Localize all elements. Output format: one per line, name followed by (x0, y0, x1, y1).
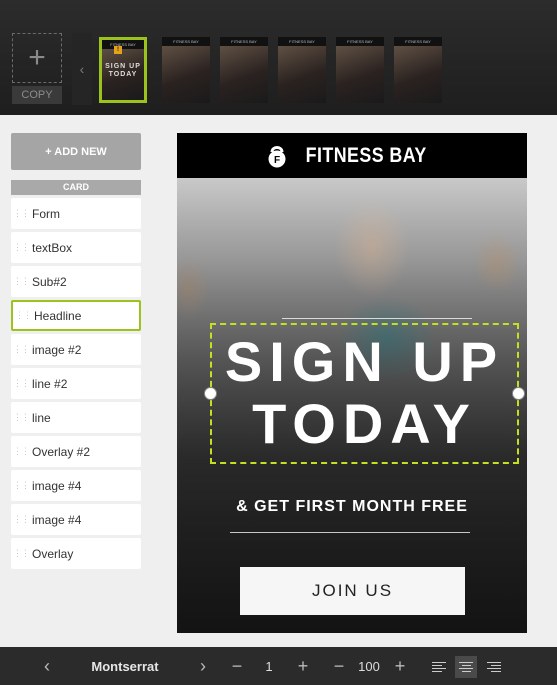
add-new-button[interactable]: + ADD NEW (11, 133, 141, 170)
drag-handle-icon[interactable]: ⋮⋮ (11, 470, 31, 501)
resize-handle-left[interactable] (204, 387, 217, 400)
drag-handle-icon[interactable]: ⋮⋮ (11, 538, 31, 569)
plus-icon: + (297, 655, 309, 676)
layer-item[interactable]: ⋮⋮ image #4 (11, 504, 141, 535)
layer-item[interactable]: ⋮⋮ Form (11, 198, 141, 229)
drag-handle-icon[interactable]: ⋮⋮ (11, 436, 31, 467)
layer-item[interactable]: ⋮⋮ image #4 (11, 470, 141, 501)
design-canvas[interactable]: F FITNESS BAY SIGN UP TODAY & GET FIRST … (177, 133, 527, 633)
next-font-button[interactable]: › (192, 647, 214, 685)
font-family-select[interactable]: Montserrat (72, 647, 178, 685)
align-center-icon[interactable] (455, 656, 477, 678)
minus-icon: − (333, 655, 345, 676)
layer-item-selected[interactable]: ⋮⋮ Headline (11, 300, 141, 331)
prev-font-button[interactable]: ‹ (36, 647, 58, 685)
layer-item[interactable]: ⋮⋮ line #2 (11, 368, 141, 399)
join-us-button[interactable]: JOIN US (240, 567, 465, 615)
line-decrease-button[interactable]: − (226, 647, 248, 685)
card-section-header: CARD (11, 180, 141, 195)
slide-thumbnail-6[interactable]: FITNESS BAY (394, 37, 442, 103)
plus-icon: + (394, 655, 406, 676)
slide-thumbnail-2[interactable]: FITNESS BAY (162, 37, 210, 103)
layer-item[interactable]: ⋮⋮ Overlay (11, 538, 141, 569)
chevron-right-icon: › (200, 655, 206, 676)
size-increase-button[interactable]: + (389, 647, 411, 685)
drag-handle-icon[interactable]: ⋮⋮ (11, 504, 31, 535)
add-slide-button[interactable]: + (12, 33, 62, 83)
drag-handle-icon[interactable]: ⋮⋮ (11, 334, 31, 365)
slide-thumbnail-4[interactable]: FITNESS BAY (278, 37, 326, 103)
selection-box[interactable] (210, 323, 519, 464)
line-value[interactable]: 1 (258, 647, 280, 685)
align-right-icon[interactable] (483, 656, 505, 678)
warning-icon: ! (114, 46, 122, 54)
align-left-icon[interactable] (428, 656, 450, 678)
drag-handle-icon[interactable]: ⋮⋮ (11, 368, 31, 399)
slide-thumbnail-3[interactable]: FITNESS BAY (220, 37, 268, 103)
minus-icon: − (231, 655, 243, 676)
kettlebell-logo-icon: F (268, 145, 286, 167)
plus-icon: + (28, 41, 46, 74)
thumbnails-prev-button[interactable]: ‹ (72, 33, 92, 105)
size-decrease-button[interactable]: − (328, 647, 350, 685)
drag-handle-icon[interactable]: ⋮⋮ (11, 266, 31, 297)
layer-item[interactable]: ⋮⋮ Overlay #2 (11, 436, 141, 467)
line-bottom[interactable] (230, 532, 470, 533)
slide-thumbnail-1[interactable]: FITNESS BAY ! SIGN UP TODAY (99, 37, 147, 103)
drag-handle-icon[interactable]: ⋮⋮ (11, 198, 31, 229)
chevron-left-icon: ‹ (79, 61, 85, 77)
brand-name: FITNESS BAY (305, 143, 427, 167)
resize-handle-right[interactable] (512, 387, 525, 400)
subheadline[interactable]: & GET FIRST MONTH FREE (177, 498, 527, 516)
slide-thumbnail-5[interactable]: FITNESS BAY (336, 37, 384, 103)
layer-item[interactable]: ⋮⋮ image #2 (11, 334, 141, 365)
text-format-bar: ‹ Montserrat › − 1 + − 100 + (0, 647, 557, 685)
chevron-left-icon: ‹ (44, 655, 50, 676)
brand-header[interactable]: F FITNESS BAY (177, 133, 527, 178)
drag-handle-icon[interactable]: ⋮⋮ (11, 232, 31, 263)
layer-item[interactable]: ⋮⋮ line (11, 402, 141, 433)
svg-text:F: F (274, 155, 280, 166)
line-top[interactable] (282, 318, 472, 319)
line-increase-button[interactable]: + (292, 647, 314, 685)
copy-button[interactable]: COPY (12, 86, 62, 104)
drag-handle-icon[interactable]: ⋮⋮ (11, 402, 31, 433)
layer-item[interactable]: ⋮⋮ textBox (11, 232, 141, 263)
slide-toolbar: + COPY ‹ FITNESS BAY ! SIGN UP TODAY FIT… (0, 0, 557, 115)
drag-handle-icon[interactable]: ⋮⋮ (13, 302, 33, 329)
layer-item[interactable]: ⋮⋮ Sub#2 (11, 266, 141, 297)
size-value[interactable]: 100 (352, 647, 386, 685)
